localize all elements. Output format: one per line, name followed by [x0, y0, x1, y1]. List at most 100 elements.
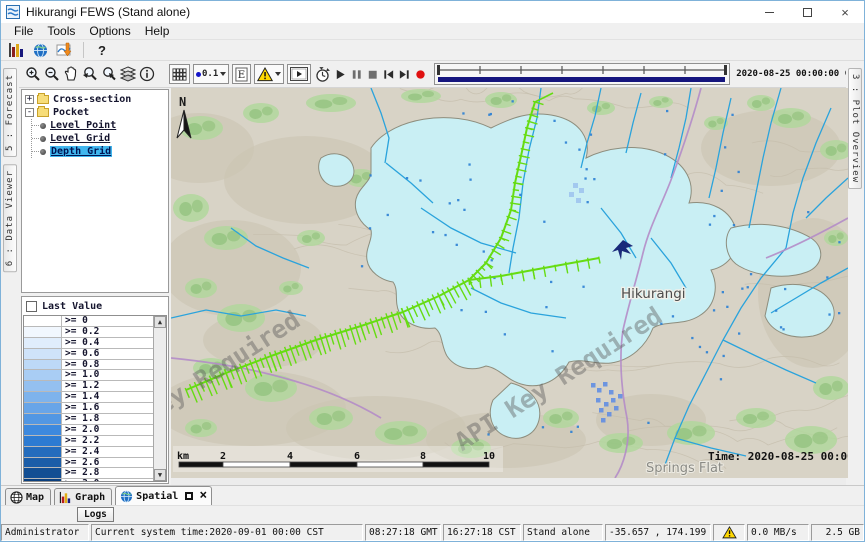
logs-button[interactable]: Logs	[77, 507, 114, 522]
status-transfer-rate: 0.0 MB/s	[747, 524, 809, 541]
forecast-dialog-icon[interactable]	[55, 42, 73, 58]
layers-icon[interactable]	[120, 64, 136, 84]
svg-text:4: 4	[287, 451, 293, 462]
help-button[interactable]: ?	[94, 43, 110, 58]
tree-leaf[interactable]: Level Point	[32, 119, 167, 132]
info-icon[interactable]	[139, 64, 155, 84]
scroll-down-icon[interactable]: ▼	[154, 469, 166, 481]
zoom-out-icon[interactable]	[44, 64, 60, 84]
legend-value: >= 2.2	[62, 436, 99, 446]
left-tab-strip: 5 : Forecast 6 : Data Viewer	[1, 61, 19, 485]
toolbar-separator	[83, 42, 84, 58]
legend-color-swatch	[24, 425, 62, 435]
tab-maximize-icon[interactable]	[185, 492, 193, 500]
map-view[interactable]: API Key Required API Key Required Hikura…	[171, 88, 846, 485]
legend-value: >= 1.0	[62, 370, 99, 380]
status-system-time: Current system time:2020-09-01 00:00 CST	[91, 524, 363, 541]
map-display-icon[interactable]	[31, 42, 49, 58]
record-button[interactable]	[414, 64, 427, 84]
legend-value: >= 0	[62, 316, 88, 326]
legend-color-swatch	[24, 381, 62, 391]
grid-display-button[interactable]	[169, 64, 190, 84]
tree-leaf-label[interactable]: Level Grid	[50, 133, 110, 144]
legend-value: >= 2.4	[62, 447, 99, 457]
status-gmt-time: 08:27:18 GMT	[365, 524, 441, 541]
tree-leaf-label[interactable]: Level Point	[50, 120, 116, 131]
node-bullet-icon	[40, 149, 46, 155]
tab-graph[interactable]: Graph	[54, 488, 112, 505]
sidebar-tab-data-viewer[interactable]: 6 : Data Viewer	[3, 164, 17, 272]
status-warning-icon[interactable]	[713, 524, 745, 541]
last-value-checkbox[interactable]	[26, 301, 37, 312]
tab-map[interactable]: Map	[5, 488, 51, 505]
minimize-button[interactable]	[750, 1, 788, 23]
play-button[interactable]	[334, 64, 347, 84]
current-time-display: 2020-08-25 00:00:00 CST	[736, 69, 861, 79]
step-back-button[interactable]	[382, 64, 395, 84]
menu-item[interactable]: Tools	[40, 24, 82, 38]
next-zoom-icon[interactable]	[101, 64, 117, 84]
legend-value: >= 0.4	[62, 338, 99, 348]
svg-text:E: E	[238, 70, 245, 81]
stop-button[interactable]	[366, 64, 379, 84]
chevron-down-icon	[275, 72, 281, 76]
svg-text:N: N	[179, 95, 186, 109]
animation-dialog-button[interactable]	[287, 64, 311, 84]
legend-value: >= 2.8	[62, 468, 99, 478]
status-mode: Stand alone	[523, 524, 603, 541]
legend-color-swatch	[24, 447, 62, 457]
menu-item[interactable]: Help	[138, 24, 177, 38]
zoom-in-icon[interactable]	[25, 64, 41, 84]
sidebar-tab-forecast[interactable]: 5 : Forecast	[3, 68, 17, 157]
legend-value: >= 1.8	[62, 414, 99, 424]
threshold-dot-icon	[196, 72, 201, 77]
legend-value: >= 0.6	[62, 349, 99, 359]
svg-text:2: 2	[220, 451, 226, 462]
tree-node[interactable]: + Cross-section	[23, 93, 167, 106]
labels-toggle-button[interactable]: E	[232, 64, 251, 84]
map-time-label: Time: 2020-08-25 00:00:00 CST	[708, 450, 848, 463]
legend-panel: Last Value >= 0	[21, 296, 169, 484]
tree-node-label[interactable]: Cross-section	[53, 94, 131, 105]
legend-scrollbar[interactable]: ▲ ▼	[153, 316, 166, 481]
pan-icon[interactable]	[63, 64, 79, 84]
tree-leaf[interactable]: Level Grid	[32, 132, 167, 145]
collapse-toggle-icon[interactable]: -	[25, 108, 34, 117]
warnings-dropdown[interactable]	[254, 64, 284, 84]
legend-row[interactable]: >= 3.0	[24, 479, 153, 482]
tree-leaf-selected[interactable]: Depth Grid	[32, 145, 167, 158]
pause-button[interactable]	[350, 64, 363, 84]
legend-color-swatch	[24, 349, 62, 359]
legend-row[interactable]: >= 2.4	[24, 447, 153, 458]
time-slider[interactable]	[434, 63, 730, 85]
sidebar-tab-plot-overview[interactable]: 3 : Plot Overview	[848, 68, 862, 189]
svg-text:6: 6	[354, 451, 360, 462]
time-settings-icon[interactable]	[314, 64, 331, 84]
tab-close-icon[interactable]: ×	[199, 491, 207, 501]
data-tree[interactable]: + Cross-section - Pocket Level Point Lev…	[21, 89, 169, 293]
legend-value: >= 3.0	[62, 479, 99, 482]
legend-value: >= 2.0	[62, 425, 99, 435]
threshold-dropdown[interactable]: 0.1	[193, 64, 229, 84]
folder-icon	[37, 108, 49, 117]
scroll-up-icon[interactable]: ▲	[154, 316, 166, 328]
tree-node[interactable]: - Pocket	[23, 106, 167, 119]
expand-toggle-icon[interactable]: +	[25, 95, 34, 104]
map-canvas[interactable]: API Key Required API Key Required Hikura…	[171, 88, 848, 478]
step-forward-button[interactable]	[398, 64, 411, 84]
timeseries-dialog-icon[interactable]	[7, 42, 25, 58]
legend-color-swatch	[24, 414, 62, 424]
maximize-button[interactable]	[788, 1, 826, 23]
menu-item[interactable]: File	[7, 24, 40, 38]
menu-item[interactable]: Options	[82, 24, 137, 38]
legend-color-swatch	[24, 458, 62, 468]
tree-node-label[interactable]: Pocket	[53, 107, 89, 118]
tree-leaf-label[interactable]: Depth Grid	[50, 146, 112, 157]
tab-spatial[interactable]: Spatial ×	[115, 486, 212, 505]
legend-color-swatch	[24, 392, 62, 402]
legend-value: >= 0.8	[62, 360, 99, 370]
bar-chart-icon	[59, 491, 72, 504]
legend-row[interactable]: >= 0.6	[24, 349, 153, 360]
previous-zoom-icon[interactable]	[82, 64, 98, 84]
close-button[interactable]: ×	[826, 1, 864, 23]
